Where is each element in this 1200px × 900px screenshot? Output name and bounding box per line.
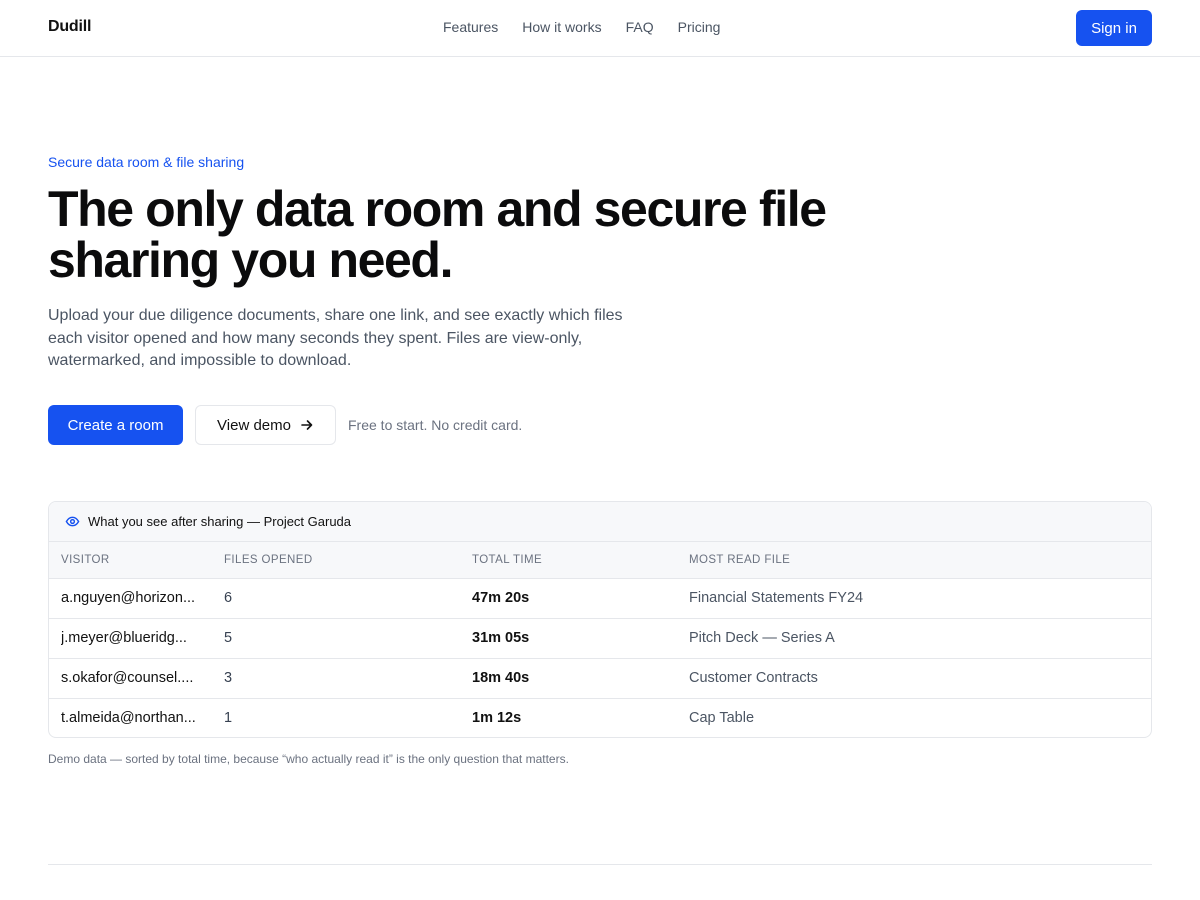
visitor-table: VISITOR FILES OPENED TOTAL TIME MOST REA… [49,542,1151,737]
table-row: s.okafor@counsel.... 3 18m 40s Customer … [49,658,1151,699]
most-read-file: Financial Statements FY24 [677,578,1151,619]
total-time: 1m 12s [472,710,522,727]
view-demo-button[interactable]: View demo [195,405,336,445]
sign-in-button[interactable]: Sign in [1076,10,1152,46]
table-row: a.nguyen@horizon... 6 47m 20s Financial … [49,578,1151,619]
visitor-email: a.nguyen@horizon... [61,590,196,607]
nav-link-faq[interactable]: FAQ [626,19,654,35]
view-demo-label: View demo [217,416,291,434]
arrow-right-icon [301,420,313,430]
logo[interactable]: Dudill [48,18,91,36]
card-title: What you see after sharing — Project Gar… [88,514,352,529]
visitor-email: t.almeida@northan... [61,710,196,727]
column-header-visitor: VISITOR [49,542,212,579]
total-time: 31m 05s [460,618,677,659]
hero-headline: The only data room and secure file shari… [48,181,827,288]
cta-row: Create a room View demo Free to start. N… [48,405,522,445]
nav-link-pricing[interactable]: Pricing [678,19,721,35]
demo-footnote: Demo data — sorted by total time, becaus… [48,752,569,766]
table-row: t.almeida@northan... 1 1m 12s Cap Table [49,698,1151,737]
top-navigation-bar: Dudill Features How it works FAQ Pricing… [0,0,1200,57]
most-read-file: Pitch Deck — Series A [677,618,1151,659]
most-read-file: Cap Table [689,710,755,727]
most-read-file: Customer Contracts [677,658,1151,699]
files-opened: 5 [212,618,460,659]
cta-note: Free to start. No credit card. [348,417,523,433]
nav-link-features[interactable]: Features [443,19,498,35]
files-opened: 1 [224,710,233,727]
files-opened: 6 [212,578,460,619]
demo-analytics-card: What you see after sharing — Project Gar… [48,501,1152,738]
section-divider [48,864,1152,865]
visitor-email: s.okafor@counsel.... [61,670,194,687]
total-time: 47m 20s [460,578,677,619]
nav-link-how-it-works[interactable]: How it works [522,19,601,35]
main-nav: Features How it works FAQ Pricing [443,19,720,35]
card-header: What you see after sharing — Project Gar… [49,502,1151,542]
hero-eyebrow: Secure data room & file sharing [48,154,245,170]
visitor-email: j.meyer@blueridg... [61,630,187,647]
files-opened: 3 [212,658,460,699]
create-room-button[interactable]: Create a room [48,405,183,445]
hero-description: Upload your due diligence documents, sha… [48,307,623,369]
total-time: 18m 40s [460,658,677,699]
column-header-total-time: TOTAL TIME [460,542,677,579]
table-header-row: VISITOR FILES OPENED TOTAL TIME MOST REA… [49,542,1151,579]
column-header-files-opened: FILES OPENED [212,542,460,579]
eye-icon [65,516,80,527]
table-row: j.meyer@blueridg... 5 31m 05s Pitch Deck… [49,618,1151,659]
column-header-most-read-file: MOST READ FILE [677,542,1151,579]
